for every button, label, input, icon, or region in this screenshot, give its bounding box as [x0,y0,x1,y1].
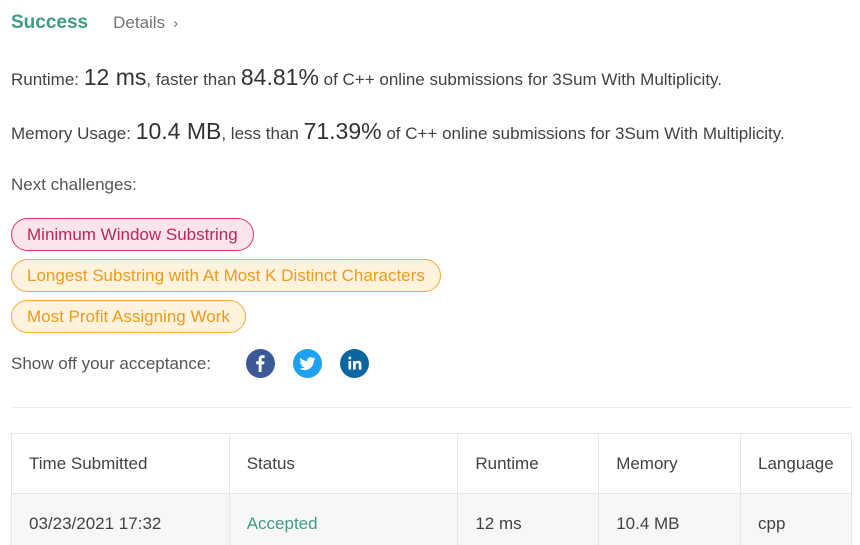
memory-label: Memory Usage: [11,124,136,143]
cell-time-submitted: 03/23/2021 17:32 [11,493,230,545]
runtime-suffix: of C++ online submissions for 3Sum With … [318,70,723,89]
memory-percent: 71.39% [303,118,382,144]
memory-value: 10.4 MB [135,118,222,144]
runtime-stat: Runtime: 12 ms, faster than 84.81% of C+… [11,64,722,91]
table-header-row: Time Submitted Status Runtime Memory Lan… [11,433,852,494]
cell-runtime: 12 ms [457,493,600,545]
runtime-label: Runtime: [11,70,84,89]
column-header-time-submitted[interactable]: Time Submitted [11,433,230,494]
runtime-middle-text: , faster than [146,70,241,89]
details-label: Details [113,13,166,32]
runtime-percent: 84.81% [240,64,319,90]
facebook-icon[interactable] [246,349,276,378]
section-divider [11,407,852,408]
runtime-value: 12 ms [83,64,147,90]
linkedin-icon[interactable] [340,349,370,378]
table-row: 03/23/2021 17:32 Accepted 12 ms 10.4 MB … [11,493,852,545]
column-header-language[interactable]: Language [740,433,852,494]
status-success: Success [11,12,89,33]
column-header-runtime[interactable]: Runtime [457,433,600,494]
challenge-tag-minimum-window-substring[interactable]: Minimum Window Substring [11,218,254,251]
challenge-tag-longest-substring-k-distinct[interactable]: Longest Substring with At Most K Distinc… [11,259,441,292]
cell-language: cpp [740,493,852,545]
column-header-memory[interactable]: Memory [598,433,742,494]
cell-memory: 10.4 MB [598,493,742,545]
column-header-status[interactable]: Status [228,433,459,494]
memory-stat: Memory Usage: 10.4 MB, less than 71.39% … [11,118,785,145]
share-label: Show off your acceptance: [11,353,212,373]
chevron-right-icon: › [173,14,179,32]
twitter-icon[interactable] [293,349,323,378]
memory-middle-text: , less than [221,124,304,143]
submissions-table: Time Submitted Status Runtime Memory Lan… [11,433,852,545]
memory-suffix: of C++ online submissions for 3Sum With … [381,124,785,143]
cell-status-accepted-link[interactable]: Accepted [228,493,459,545]
next-challenges-label: Next challenges: [11,175,137,194]
details-link[interactable]: Details › [113,13,178,33]
result-header: Success Details › [11,12,178,34]
challenge-tag-most-profit-assigning-work[interactable]: Most Profit Assigning Work [11,300,246,333]
share-row: Show off your acceptance: [11,349,370,378]
